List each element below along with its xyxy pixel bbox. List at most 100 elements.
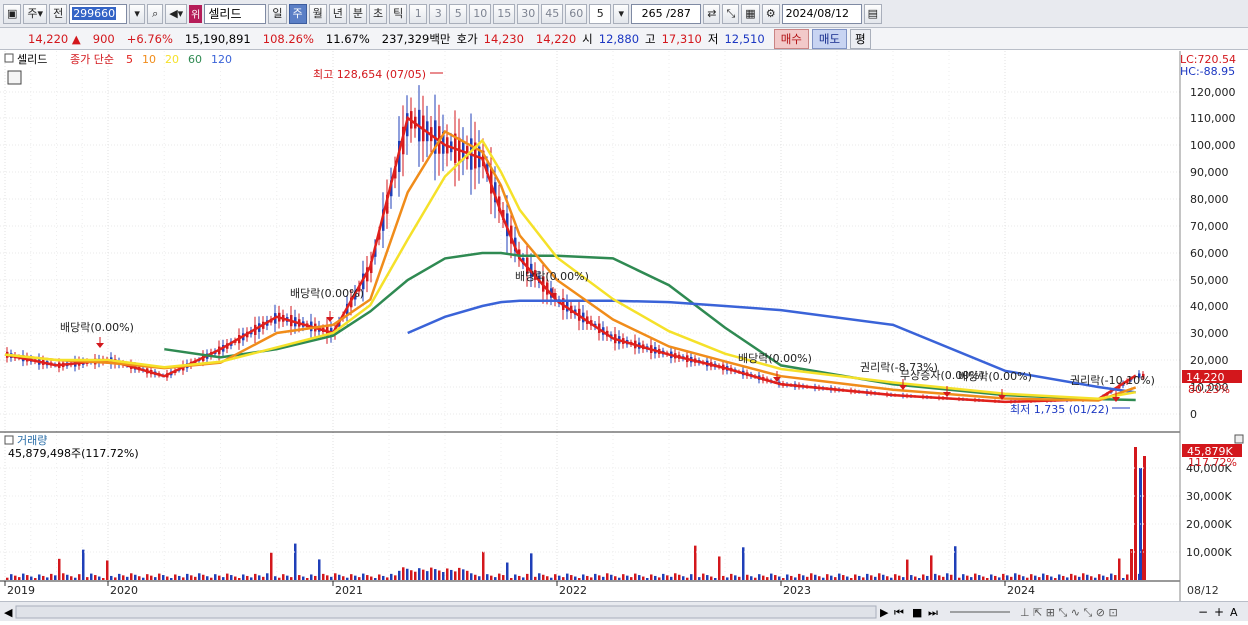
- multiplier-button[interactable]: 45: [541, 3, 564, 24]
- mode-select[interactable]: 주 ▾: [23, 3, 48, 24]
- period-button[interactable]: 초: [369, 3, 388, 24]
- stock-name-input[interactable]: 셀리드: [204, 3, 267, 24]
- period-button[interactable]: 일: [268, 3, 287, 24]
- volume-bar: [934, 573, 937, 580]
- volume-bar: [574, 576, 577, 580]
- volume-bar: [446, 568, 449, 580]
- volume-bar: [510, 578, 513, 580]
- speaker-icon[interactable]: ◀▾: [165, 3, 188, 24]
- calendar-icon[interactable]: ▤: [863, 3, 882, 24]
- volume-bar: [306, 578, 309, 580]
- multiplier-button[interactable]: 10: [469, 3, 492, 24]
- multiplier-button[interactable]: 1: [409, 3, 428, 24]
- volume-bar: [366, 575, 369, 580]
- multiplier-button[interactable]: 15: [493, 3, 516, 24]
- y-tick-label: 30,000: [1190, 327, 1229, 340]
- draw-tool-icon[interactable]: ⤡: [722, 3, 740, 24]
- sell-button[interactable]: 매도: [811, 28, 848, 49]
- y-tick-label: 110,000: [1190, 112, 1236, 125]
- volume-bar: [590, 577, 593, 580]
- count-input[interactable]: 5: [589, 3, 612, 24]
- up-arrow-icon: ▲: [71, 31, 81, 46]
- layout-icon[interactable]: ▣: [3, 3, 22, 24]
- search-icon[interactable]: ⌕: [147, 3, 164, 24]
- chart-area[interactable]: 0 10,000 20,000 30,000 40,000 50,000 60,000 70,…: [0, 51, 1248, 601]
- volume-bar: [270, 552, 273, 580]
- volume-bar: [990, 574, 993, 580]
- volume-bar: [1010, 576, 1013, 580]
- zoom-out-icon[interactable]: −: [1198, 605, 1208, 619]
- volume-bar: [854, 574, 857, 580]
- y-tick-label: 100,000: [1190, 139, 1236, 152]
- volume-bar: [906, 559, 909, 580]
- y-tick-label: 120,000: [1190, 86, 1236, 99]
- volume-bar: [1114, 575, 1117, 580]
- pct-tag-text: 80.23%: [1188, 383, 1230, 396]
- volume-bar: [1074, 575, 1077, 580]
- volume-bar: [762, 575, 765, 580]
- volume-bar: [106, 560, 109, 580]
- volume-bar: [802, 575, 805, 580]
- volume-bar: [950, 574, 953, 580]
- volume-bar: [514, 574, 517, 580]
- period-button[interactable]: 틱: [389, 3, 408, 24]
- volume-bar: [778, 576, 781, 580]
- multiplier-button[interactable]: 30: [517, 3, 540, 24]
- volume-bar: [198, 573, 201, 580]
- zoom-in-icon[interactable]: +: [1214, 605, 1224, 619]
- bid-label: 호가: [456, 31, 478, 46]
- jump-start-icon[interactable]: ⏮: [894, 606, 904, 619]
- x-tick-label: 2022: [559, 584, 587, 597]
- close-panel-icon[interactable]: [1234, 434, 1244, 444]
- drawing-tools-icon[interactable]: ⊥ ⇱ ⊞ ⤡ ∿ ⤡ ⊘ ⊡: [1020, 606, 1118, 619]
- period-button[interactable]: 주: [288, 3, 307, 24]
- volume-bar: [38, 574, 41, 580]
- volume-bar: [622, 574, 625, 580]
- volume-bar: [966, 575, 969, 580]
- jump-end-icon[interactable]: ⏭: [928, 606, 938, 619]
- volume-tick-label: 30,000K: [1186, 490, 1232, 503]
- stop-icon[interactable]: ■: [912, 606, 922, 619]
- volume-bar: [1086, 574, 1089, 580]
- volume-bar: [930, 555, 933, 580]
- buy-button[interactable]: 매수: [773, 28, 809, 49]
- gear-icon[interactable]: ⚙: [761, 3, 780, 24]
- volume-bar: [1094, 577, 1097, 580]
- prev-button[interactable]: 전: [49, 3, 68, 24]
- bottom-scroll-bar: ◀ ▶ ⏮ ■ ⏭ ⊥ ⇱ ⊞ ⤡ ∿ ⤡ ⊘ ⊡ − + A: [0, 601, 1248, 621]
- period-button[interactable]: 분: [348, 3, 367, 24]
- open-label: 시: [582, 31, 593, 46]
- stock-code-input[interactable]: 299660: [69, 3, 128, 24]
- volume-bar: [846, 576, 849, 580]
- volume-bar: [282, 574, 285, 580]
- compare-icon[interactable]: ⇄: [703, 3, 721, 24]
- volume-bar: [582, 574, 585, 580]
- scroll-track[interactable]: [15, 605, 877, 619]
- volume-bar: [134, 574, 137, 580]
- font-size-icon[interactable]: A: [1230, 606, 1238, 619]
- code-dropdown-icon[interactable]: ▾: [129, 3, 146, 24]
- multiplier-button[interactable]: 3: [429, 3, 448, 24]
- period-button[interactable]: 년: [328, 3, 347, 24]
- count-dropdown-icon[interactable]: ▾: [613, 3, 630, 24]
- multiplier-button[interactable]: 5: [449, 3, 468, 24]
- volume-pct-tag-text: 117.72%: [1188, 456, 1237, 469]
- scroll-left-icon[interactable]: ◀: [4, 606, 13, 619]
- period-button[interactable]: 월: [308, 3, 327, 24]
- multiplier-button[interactable]: 60: [565, 3, 588, 24]
- table-icon[interactable]: [7, 70, 22, 85]
- date-input[interactable]: 2024/08/12: [781, 3, 862, 24]
- scroll-right-icon[interactable]: ▶: [880, 606, 889, 619]
- volume-bar: [378, 574, 381, 580]
- volume-bar: [150, 575, 153, 580]
- volume-bar: [138, 576, 141, 580]
- save-icon[interactable]: ▦: [741, 3, 760, 24]
- volume-bar: [954, 546, 957, 580]
- volume-bar: [550, 577, 553, 580]
- volume-bar: [798, 573, 801, 580]
- volume-bar: [1126, 574, 1129, 580]
- avg-button[interactable]: 평: [850, 28, 871, 49]
- volume-panel-title: 거래량: [17, 434, 47, 447]
- price-chart[interactable]: 010,00020,00030,00040,00050,00060,00070,…: [0, 51, 1248, 601]
- volume-bar: [242, 574, 245, 580]
